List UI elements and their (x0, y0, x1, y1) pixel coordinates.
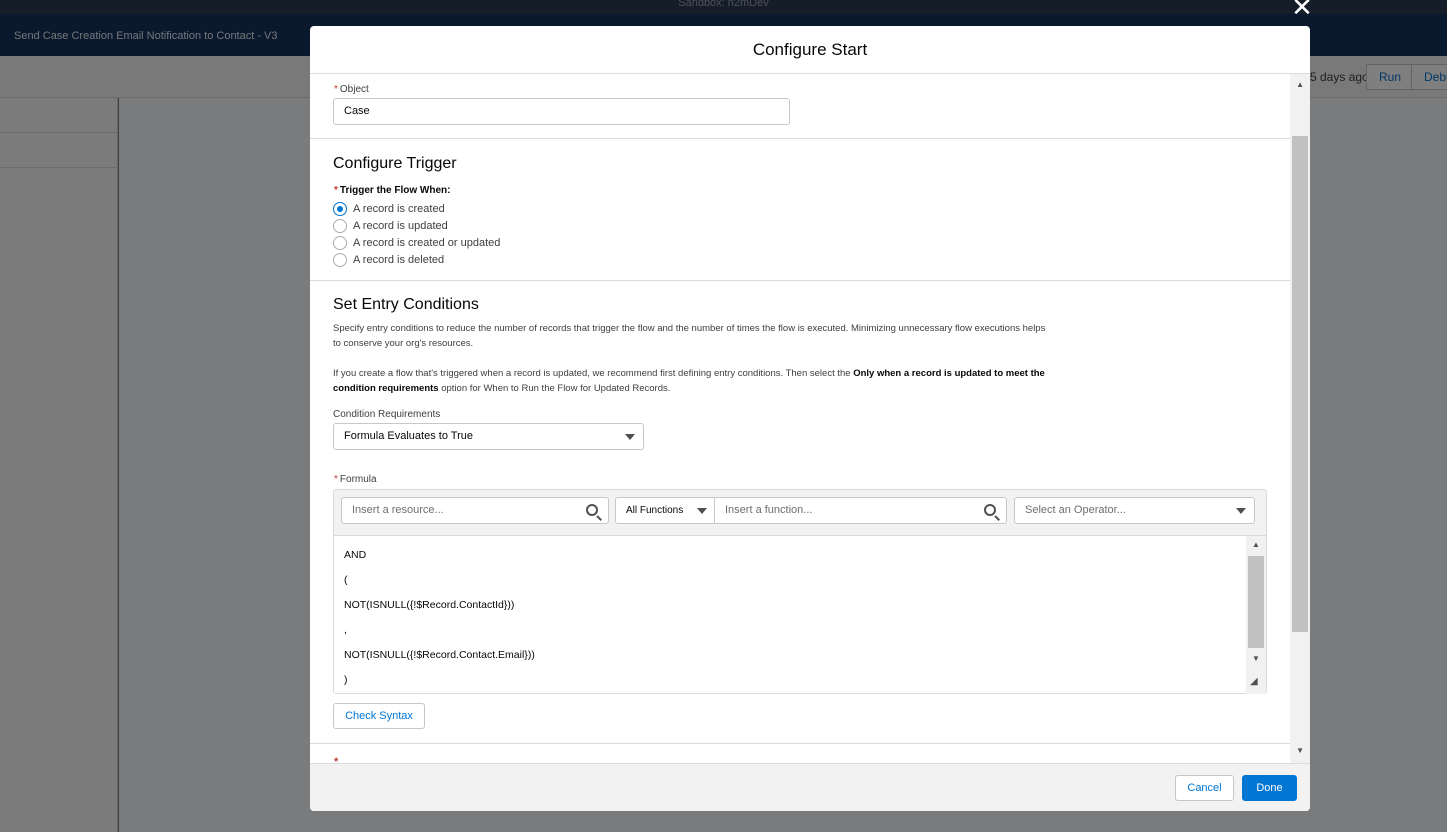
chevron-down-icon (625, 434, 635, 440)
formula-textarea[interactable]: AND ( NOT(ISNULL({!$Record.ContactId})) … (334, 535, 1266, 694)
entry-heading: Set Entry Conditions (333, 296, 479, 313)
formula-scrollbar[interactable]: ▲ ▼ ◢ (1246, 536, 1266, 694)
object-section: * Object Case (310, 74, 1290, 139)
search-icon (984, 504, 996, 516)
modal-footer: Cancel Done (310, 763, 1310, 811)
radio-button[interactable] (333, 236, 347, 250)
trigger-label: * Trigger the Flow When: (334, 185, 451, 196)
formula-line: ( (344, 574, 348, 586)
radio-created-or-updated[interactable]: A record is created or updated (333, 236, 500, 250)
function-search-input[interactable]: Insert a function... (714, 497, 1007, 524)
radio-button[interactable] (333, 219, 347, 233)
radio-button[interactable] (333, 253, 347, 267)
formula-line: ) (344, 674, 348, 686)
formula-line: AND (344, 549, 367, 561)
functions-filter-select[interactable]: All Functions (615, 497, 715, 524)
done-button[interactable]: Done (1242, 775, 1297, 801)
cancel-button[interactable]: Cancel (1175, 775, 1234, 801)
trigger-heading: Configure Trigger (333, 155, 457, 172)
scroll-up-icon[interactable]: ▲ (1296, 80, 1304, 89)
entry-description: Specify entry conditions to reduce the n… (333, 323, 1046, 349)
search-icon (586, 504, 598, 516)
trigger-section: Configure Trigger * Trigger the Flow When… (310, 139, 1290, 281)
object-label: * Object (334, 84, 369, 95)
radio-button[interactable] (333, 202, 347, 216)
modal-scrollbar[interactable]: ▲ ▼ (1290, 74, 1310, 763)
entry-recommendation: If you create a flow that's triggered wh… (333, 368, 1045, 394)
formula-line: , (344, 624, 347, 636)
modal-body: * Object Case Configure Trigger * Trigger … (310, 74, 1310, 763)
configure-start-modal: Configure Start * Object Case Configure T… (310, 26, 1310, 811)
resource-search-input[interactable]: Insert a resource... (341, 497, 609, 524)
chevron-down-icon (697, 508, 707, 514)
radio-updated[interactable]: A record is updated (333, 219, 448, 233)
object-input[interactable]: Case (333, 98, 790, 125)
scroll-thumb[interactable] (1292, 136, 1308, 632)
formula-editor: Insert a resource... All Functions Inser… (333, 489, 1267, 694)
formula-line: NOT(ISNULL({!$Record.ContactId})) (344, 599, 515, 611)
operator-select[interactable]: Select an Operator... (1014, 497, 1255, 524)
scroll-down-icon[interactable]: ▼ (1252, 654, 1260, 663)
scroll-thumb[interactable] (1248, 556, 1264, 648)
entry-conditions-section: Set Entry Conditions Specify entry condi… (310, 281, 1290, 744)
scroll-up-icon[interactable]: ▲ (1252, 540, 1260, 549)
formula-line: NOT(ISNULL({!$Record.Contact.Email})) (344, 649, 535, 661)
radio-created[interactable]: A record is created (333, 202, 445, 216)
radio-deleted[interactable]: A record is deleted (333, 253, 444, 267)
check-syntax-button[interactable]: Check Syntax (333, 703, 425, 729)
scroll-down-icon[interactable]: ▼ (1296, 746, 1304, 755)
condition-select[interactable]: Formula Evaluates to True (333, 423, 644, 450)
next-section-label: * (334, 756, 339, 763)
modal-title: Configure Start (310, 26, 1310, 74)
resize-handle-icon[interactable]: ◢ (1250, 676, 1258, 687)
formula-label: * Formula (334, 474, 377, 485)
close-icon[interactable]: ✕ (1290, 0, 1314, 20)
chevron-down-icon (1236, 508, 1246, 514)
condition-label: Condition Requirements (333, 409, 441, 420)
